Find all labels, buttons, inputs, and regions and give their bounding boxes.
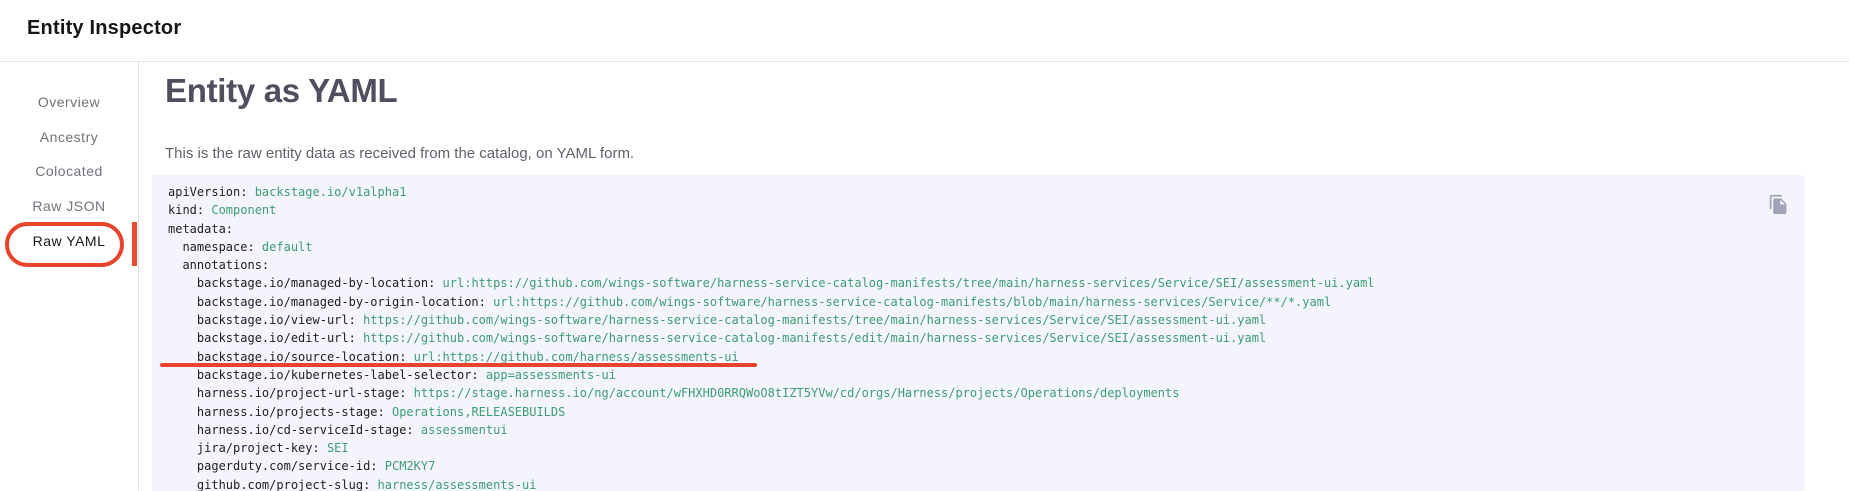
yaml-key: jira/project-key: — [168, 441, 327, 455]
code-line-annotations: annotations: — [168, 256, 1789, 274]
yaml-value: app=assessments-ui — [486, 368, 616, 382]
yaml-key: backstage.io/kubernetes-label-selector: — [168, 368, 486, 382]
yaml-value: https://github.com/wings-software/harnes… — [363, 331, 1266, 345]
code-line-project-url-stage: harness.io/project-url-stage: https://st… — [168, 384, 1789, 402]
yaml-value: PCM2KY7 — [385, 459, 436, 473]
code-line-cd-serviceid-stage: harness.io/cd-serviceId-stage: assessmen… — [168, 421, 1789, 439]
yaml-key: annotations: — [168, 258, 269, 272]
code-line-projects-stage: harness.io/projects-stage: Operations,RE… — [168, 403, 1789, 421]
tab-ancestry[interactable]: Ancestry — [0, 120, 138, 155]
code-line-kind: kind: Component — [168, 201, 1789, 219]
code-line-pagerduty-service-id: pagerduty.com/service-id: PCM2KY7 — [168, 457, 1789, 475]
code-line-view-url: backstage.io/view-url: https://github.co… — [168, 311, 1789, 329]
tab-raw-json[interactable]: Raw JSON — [0, 189, 138, 224]
yaml-value: url:https://github.com/wings-software/ha… — [493, 295, 1331, 309]
code-line-kubernetes-label-selector: backstage.io/kubernetes-label-selector: … — [168, 366, 1789, 384]
yaml-key: harness.io/cd-serviceId-stage: — [168, 423, 421, 437]
yaml-key: namespace: — [168, 240, 262, 254]
code-line-github-project-slug: github.com/project-slug: harness/assessm… — [168, 476, 1789, 491]
yaml-value: url:https://github.com/harness/assessmen… — [414, 350, 739, 364]
entity-inspector-dialog: Entity Inspector Overview Ancestry Coloc… — [0, 0, 1849, 491]
yaml-key: metadata: — [168, 222, 233, 236]
annotation-underline — [160, 363, 757, 367]
yaml-value: https://github.com/wings-software/harnes… — [363, 313, 1266, 327]
yaml-key: backstage.io/managed-by-origin-location: — [168, 295, 493, 309]
code-line-metadata: metadata: — [168, 220, 1789, 238]
yaml-value: harness/assessments-ui — [378, 478, 537, 491]
active-tab-indicator — [132, 222, 137, 266]
dialog-title: Entity Inspector — [27, 17, 181, 40]
sidebar-divider — [138, 62, 139, 491]
code-line-jira-project-key: jira/project-key: SEI — [168, 439, 1789, 457]
yaml-value: assessmentui — [421, 423, 508, 437]
dialog-header: Entity Inspector — [0, 0, 1849, 62]
yaml-key: harness.io/project-url-stage: — [168, 386, 414, 400]
yaml-value: https://stage.harness.io/ng/account/wFHX… — [414, 386, 1180, 400]
annotation-circle — [5, 222, 124, 267]
yaml-key: harness.io/projects-stage: — [168, 405, 392, 419]
tab-overview[interactable]: Overview — [0, 85, 138, 120]
copy-button[interactable] — [1764, 190, 1792, 218]
copy-icon — [1768, 194, 1789, 215]
yaml-value: Operations,RELEASEBUILDS — [392, 405, 565, 419]
yaml-value: default — [262, 240, 313, 254]
yaml-key: github.com/project-slug: — [168, 478, 378, 491]
yaml-key: apiVersion: — [168, 185, 255, 199]
yaml-value: url:https://github.com/wings-software/ha… — [443, 276, 1375, 290]
yaml-code-block: apiVersion: backstage.io/v1alpha1 kind: … — [152, 175, 1805, 491]
tab-colocated[interactable]: Colocated — [0, 154, 138, 189]
yaml-value: SEI — [327, 441, 349, 455]
yaml-key: backstage.io/managed-by-location: — [168, 276, 443, 290]
code-line-edit-url: backstage.io/edit-url: https://github.co… — [168, 329, 1789, 347]
yaml-value: backstage.io/v1alpha1 — [255, 185, 407, 199]
page-title: Entity as YAML — [165, 72, 397, 110]
code-line-managed-by-origin-location: backstage.io/managed-by-origin-location:… — [168, 293, 1789, 311]
yaml-key: backstage.io/edit-url: — [168, 331, 363, 345]
yaml-value: Component — [211, 203, 276, 217]
page-subtitle: This is the raw entity data as received … — [165, 145, 634, 162]
yaml-key: pagerduty.com/service-id: — [168, 459, 385, 473]
code-line-managed-by-location: backstage.io/managed-by-location: url:ht… — [168, 274, 1789, 292]
code-line-apiversion: apiVersion: backstage.io/v1alpha1 — [168, 183, 1789, 201]
yaml-key: backstage.io/source-location: — [168, 350, 414, 364]
yaml-key: backstage.io/view-url: — [168, 313, 363, 327]
code-line-namespace: namespace: default — [168, 238, 1789, 256]
yaml-key: kind: — [168, 203, 211, 217]
